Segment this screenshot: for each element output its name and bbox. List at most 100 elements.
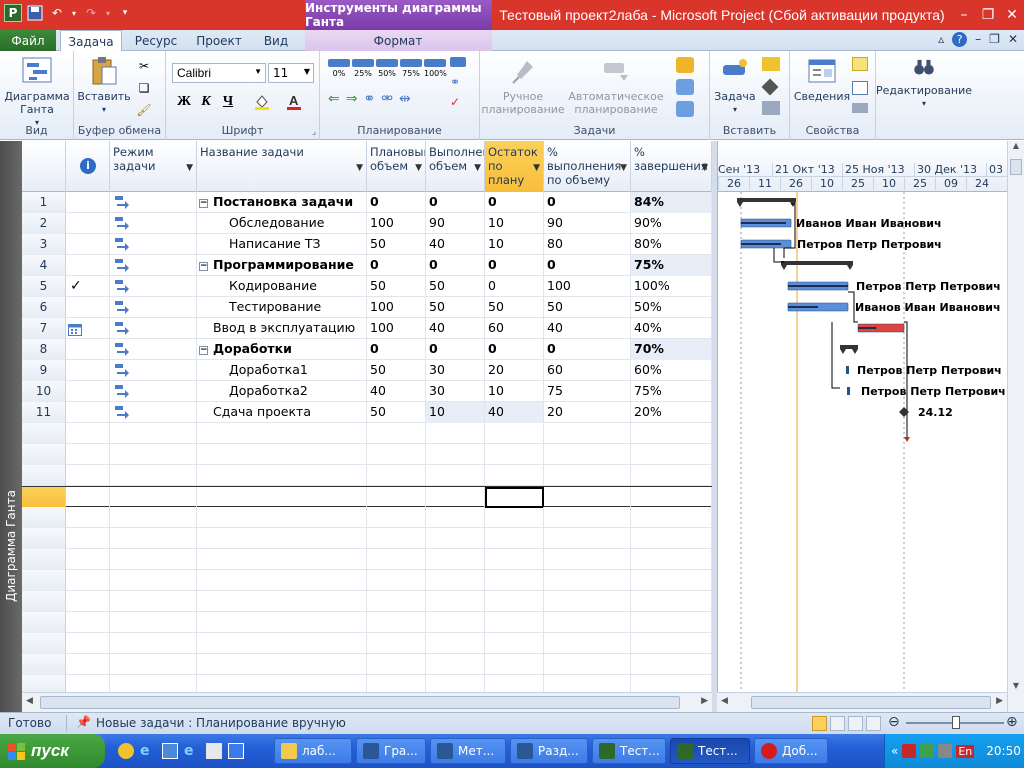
cell-ind[interactable]: ✓ [66,276,110,297]
cell-name[interactable]: Кодирование [197,276,367,297]
tray-expand-icon[interactable]: « [891,744,898,758]
cell-pct_work[interactable]: 40 [544,318,631,339]
cell-name[interactable]: Сдача проекта [197,402,367,423]
cell-remaining[interactable]: 10 [485,381,544,402]
cell-name[interactable]: Доработка1 [197,360,367,381]
col-header-planned[interactable]: Плановый объем ▼ [367,141,426,192]
font-name-select[interactable]: Calibri ▼ [172,63,266,83]
cell-pct_complete[interactable]: 20% [631,402,712,423]
filter-dropdown-icon[interactable]: ▼ [533,161,540,175]
network-icon[interactable] [920,744,935,758]
collapse-icon[interactable]: − [199,262,208,271]
cell-mode[interactable] [110,234,197,255]
cell-done[interactable]: 50 [426,276,485,297]
cell-ind[interactable] [66,381,110,402]
cell-remaining[interactable] [485,465,544,486]
cell-remaining[interactable]: 40 [485,402,544,423]
cell-pct_complete[interactable] [631,675,712,692]
font-color-icon[interactable]: A [284,93,304,111]
start-button[interactable]: пуск [0,734,105,768]
insert-task-button[interactable]: Задача ▾ [712,55,758,116]
fill-color-icon[interactable] [252,93,272,111]
cell-id[interactable] [22,675,66,692]
italic-button[interactable]: К [196,93,216,111]
cell-pct_work[interactable] [544,633,631,654]
cell-remaining[interactable] [485,633,544,654]
cell-done[interactable]: 40 [426,318,485,339]
cell-planned[interactable] [367,423,426,444]
cell-done[interactable] [426,423,485,444]
restore-icon[interactable]: ❐ [976,0,1000,30]
cell-id[interactable]: 3 [22,234,66,255]
filter-dropdown-icon[interactable]: ▼ [356,161,363,175]
cell-remaining[interactable] [485,570,544,591]
inspect-icon[interactable] [676,57,694,73]
gantt-chart-button[interactable]: Диаграмма Ганта ▾ [4,55,70,129]
cell-pct_work[interactable] [544,528,631,549]
empty-row[interactable] [22,528,712,549]
cell-pct_complete[interactable]: 75% [631,381,712,402]
indicators-header[interactable]: i [66,141,110,192]
cell-planned[interactable] [367,633,426,654]
cell-pct_complete[interactable]: 50% [631,297,712,318]
cell-mode[interactable] [110,192,197,213]
cell-mode[interactable] [110,360,197,381]
cell-done[interactable] [426,570,485,591]
cell-planned[interactable] [367,612,426,633]
pct-25-button[interactable]: 25% [352,59,374,78]
cell-done[interactable]: 10 [426,402,485,423]
table-row[interactable]: 8− Доработки 0 0 0 0 70% [22,339,712,360]
cell-mode[interactable] [110,381,197,402]
taskbar-item[interactable]: лаб... [274,738,352,764]
cell-pct_complete[interactable] [631,528,712,549]
cell-name[interactable]: − Доработки [197,339,367,360]
cell-name[interactable] [197,444,367,465]
media-icon[interactable] [228,743,244,759]
cell-ind[interactable] [66,487,110,508]
cell-id[interactable] [22,487,66,508]
minimize-ribbon-icon[interactable]: ▵ [938,32,944,47]
cell-id[interactable] [22,423,66,444]
scroll-up-icon[interactable]: ▲ [1008,141,1024,157]
empty-row[interactable] [22,465,712,486]
cell-pct_complete[interactable] [631,465,712,486]
cell-planned[interactable] [367,675,426,692]
table-row[interactable]: 1− Постановка задачи 0 0 0 0 84% [22,192,712,213]
table-row[interactable]: 10 Доработка2 40 30 10 75 75% [22,381,712,402]
cell-id[interactable]: 10 [22,381,66,402]
cell-pct_work[interactable] [544,570,631,591]
desktop-icon[interactable] [162,743,178,759]
notes-icon[interactable] [852,57,868,71]
redo-icon[interactable]: ↷ [82,4,100,22]
cell-pct_complete[interactable]: 80% [631,234,712,255]
save-icon[interactable] [26,4,44,22]
col-header-done[interactable]: Выполненный объем▼ [426,141,485,192]
col-header-pct-work[interactable]: % выполнения по объему ▼ [544,141,631,192]
cell-id[interactable] [22,570,66,591]
cell-ind[interactable] [66,675,110,692]
cell-id[interactable]: 9 [22,360,66,381]
link-tasks-icon[interactable]: ⚭ [363,91,375,107]
cell-pct_complete[interactable] [631,487,712,508]
cell-id[interactable]: 4 [22,255,66,276]
filter-dropdown-icon[interactable]: ▼ [474,161,481,175]
mark-on-track-icon[interactable] [450,57,466,67]
cell-pct_work[interactable] [544,654,631,675]
cell-id[interactable]: 8 [22,339,66,360]
cell-pct_complete[interactable] [631,612,712,633]
cell-pct_complete[interactable]: 84% [631,192,712,213]
filter-dropdown-icon[interactable]: ▼ [415,161,422,175]
cell-remaining[interactable] [485,507,544,528]
cell-planned[interactable] [367,570,426,591]
cell-planned[interactable]: 50 [367,234,426,255]
empty-row[interactable] [22,507,712,528]
cell-ind[interactable] [66,423,110,444]
cell-mode[interactable] [110,507,197,528]
cell-mode[interactable] [110,318,197,339]
cell-remaining[interactable]: 0 [485,339,544,360]
cell-planned[interactable] [367,591,426,612]
cell-id[interactable] [22,528,66,549]
cell-name[interactable]: − Программирование [197,255,367,276]
cell-remaining[interactable] [485,612,544,633]
cell-pct_complete[interactable] [631,654,712,675]
